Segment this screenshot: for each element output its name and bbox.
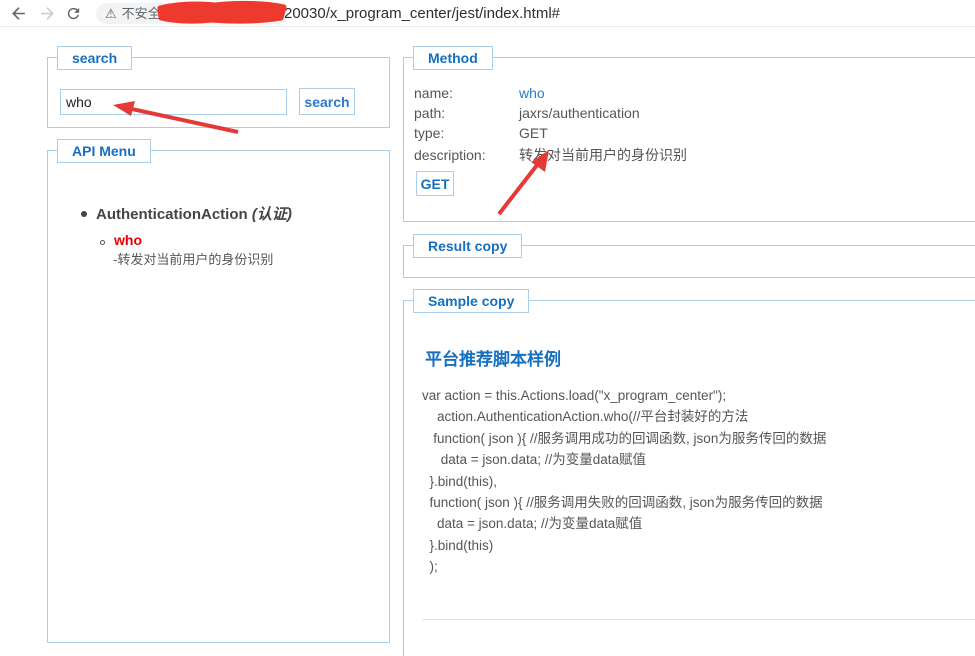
- method-name-label: name:: [414, 85, 453, 101]
- back-icon[interactable]: [7, 2, 29, 24]
- redaction-scribble: [157, 0, 287, 24]
- method-name-value[interactable]: who: [519, 85, 545, 101]
- sample-copy-panel: Sample copy 平台推荐脚本样例 var action = this.A…: [403, 289, 975, 656]
- method-path-label: path:: [414, 105, 446, 121]
- bullet-icon: [81, 211, 87, 217]
- method-path-value: jaxrs/authentication: [519, 105, 640, 121]
- method-panel-legend: Method: [413, 46, 493, 70]
- api-item-description: -转发对当前用户的身份识别: [113, 252, 274, 267]
- search-button[interactable]: search: [299, 88, 355, 115]
- result-copy-legend: Result copy: [413, 234, 523, 258]
- sample-code-block: var action = this.Actions.load("x_progra…: [422, 385, 826, 578]
- method-panel: Method name: who path: jaxrs/authenticatio…: [403, 46, 975, 222]
- circle-bullet-icon: [100, 240, 105, 245]
- code-line: data = json.data; //为变量data赋值: [422, 516, 643, 532]
- code-line: var action = this.Actions.load("x_progra…: [422, 388, 727, 403]
- reload-icon[interactable]: [62, 2, 84, 24]
- api-item-who[interactable]: who: [114, 232, 142, 248]
- code-line: }.bind(this),: [422, 473, 498, 489]
- warning-icon: ⚠: [105, 6, 117, 21]
- result-copy-panel: Result copy: [403, 234, 975, 278]
- address-bar-url[interactable]: 20030/x_program_center/jest/index.html#: [284, 5, 560, 22]
- code-line: }.bind(this): [422, 537, 494, 553]
- get-button[interactable]: GET: [416, 171, 454, 196]
- method-type-label: type:: [414, 125, 445, 141]
- browser-toolbar: ⚠ 不安全 20030/x_program_center/jest/index.…: [0, 0, 975, 27]
- sample-copy-legend: Sample copy: [413, 289, 530, 313]
- method-type-value: GET: [519, 125, 548, 141]
- code-line: action.AuthenticationAction.who(//平台封装好的…: [422, 409, 749, 425]
- page: ⚠ 不安全 20030/x_program_center/jest/index.…: [0, 0, 975, 656]
- api-menu-legend: API Menu: [57, 139, 151, 163]
- divider: [422, 619, 975, 620]
- method-description-label: description:: [414, 147, 486, 163]
- code-line: function( json ){ //服务调用成功的回调函数, json为服务…: [422, 430, 827, 446]
- forward-icon[interactable]: [36, 2, 58, 24]
- code-line: function( json ){ //服务调用失败的回调函数, json为服务…: [422, 495, 823, 511]
- search-input[interactable]: [60, 89, 287, 115]
- search-panel-legend: search: [57, 46, 133, 70]
- code-line: );: [422, 559, 438, 575]
- method-row-description: description: 转发对当前用户的身份识别: [414, 145, 687, 165]
- method-row-path: path: jaxrs/authentication: [414, 105, 640, 121]
- api-group-note: (认证): [251, 206, 292, 223]
- sample-title: 平台推荐脚本样例: [425, 350, 561, 369]
- method-description-value: 转发对当前用户的身份识别: [519, 147, 687, 163]
- search-panel: search search: [47, 46, 390, 128]
- method-row-name: name: who: [414, 85, 545, 101]
- api-menu-panel: API Menu AuthenticationAction (认证) who -…: [47, 139, 390, 643]
- method-row-type: type: GET: [414, 125, 548, 141]
- code-line: data = json.data; //为变量data赋值: [422, 452, 646, 468]
- api-group-authenticationaction: AuthenticationAction (认证): [96, 206, 292, 223]
